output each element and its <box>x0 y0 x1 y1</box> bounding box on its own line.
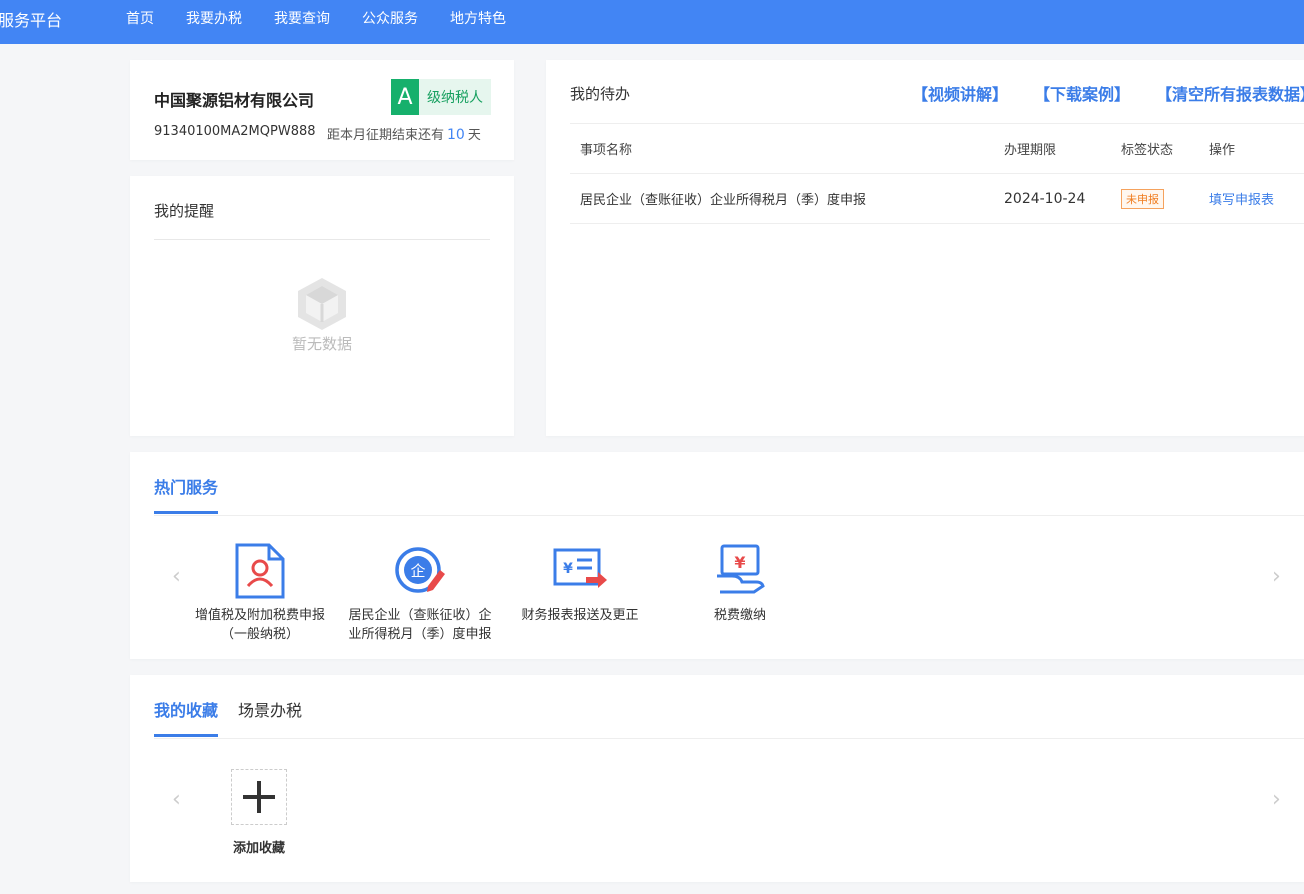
video-tutorial-link[interactable]: 【视频讲解】 <box>912 81 1008 105</box>
nav-home[interactable]: 首页 <box>126 8 154 28</box>
tax-id: 91340100MA2MQPW888 <box>154 124 316 139</box>
reminder-title: 我的提醒 <box>154 202 215 220</box>
enterprise-edit-icon: 企 <box>395 547 445 593</box>
add-favorite-label: 添加收藏 <box>232 841 285 856</box>
svg-text:¥: ¥ <box>734 553 745 572</box>
empty-text: 暂无数据 <box>291 335 352 353</box>
service-label-line1: 税费缴纳 <box>713 608 766 623</box>
service-tax-payment[interactable]: ¥ 税费缴纳 <box>680 542 800 625</box>
row-status: 未申报 <box>1121 174 1164 223</box>
todo-links: 【视频讲解】 【下载案例】 【清空所有报表数据】 <box>912 81 1304 105</box>
nav-public-service[interactable]: 公众服务 <box>362 8 418 28</box>
nav-query[interactable]: 我要查询 <box>274 8 330 28</box>
favorites-card: 我的收藏 场景办税 ‹ › 添加收藏 <box>130 675 1304 882</box>
divider <box>154 515 1304 516</box>
table-header: 事项名称 办理期限 标签状态 操作 <box>570 123 1304 174</box>
col-item-name: 事项名称 <box>580 143 633 158</box>
row-action: 填写申报表 <box>1209 174 1274 223</box>
row-item-name: 居民企业（查账征收）企业所得税月（季）度申报 <box>580 193 867 208</box>
tab-underline <box>154 734 218 737</box>
carousel-next-button[interactable]: › <box>1272 564 1281 589</box>
todo-title: 我的待办 <box>570 85 631 103</box>
service-financial-report[interactable]: ¥ 财务报表报送及更正 <box>510 542 650 625</box>
clear-reports-link[interactable]: 【清空所有报表数据】 <box>1156 81 1304 105</box>
service-label-line2: （一般纳税） <box>220 627 299 642</box>
tab-my-favorites[interactable]: 我的收藏 <box>154 697 218 721</box>
service-vat-declaration[interactable]: 增值税及附加税费申报 （一般纳税） <box>188 542 332 644</box>
main-nav: 首页 我要办税 我要查询 公众服务 地方特色 <box>126 8 538 28</box>
service-label-line1: 居民企业（查账征收）企 <box>348 608 492 623</box>
empty-box-icon <box>298 278 346 330</box>
col-status: 标签状态 <box>1121 143 1174 158</box>
tab-scenario-tax[interactable]: 场景办税 <box>238 697 302 721</box>
platform-brand[interactable]: 服务平台 <box>0 7 62 31</box>
carousel-prev-button[interactable]: ‹ <box>172 787 181 812</box>
service-label-line1: 财务报表报送及更正 <box>521 608 639 623</box>
service-label-line2: 业所得税月（季）度申报 <box>348 627 492 642</box>
company-name: 中国聚源铝材有限公司 <box>154 91 315 110</box>
fill-report-link[interactable]: 填写申报表 <box>1209 189 1274 208</box>
grade-text: 级纳税人 <box>419 79 491 115</box>
taxpayer-grade-badge: A 级纳税人 <box>391 79 491 115</box>
col-action: 操作 <box>1209 143 1236 158</box>
tab-underline <box>154 511 218 514</box>
plus-icon <box>243 781 275 813</box>
deadline-days: 10 <box>447 127 465 143</box>
svg-text:企: 企 <box>410 562 425 580</box>
table-row: 居民企业（查账征收）企业所得税月（季）度申报 2024-10-24 未申报 填写… <box>570 174 1304 224</box>
add-favorite-button[interactable] <box>231 769 287 825</box>
deadline-suffix: 天 <box>467 128 481 143</box>
nav-local-features[interactable]: 地方特色 <box>450 8 506 28</box>
person-document-icon <box>235 543 285 599</box>
company-card: 中国聚源铝材有限公司 A 级纳税人 91340100MA2MQPW888 距本月… <box>130 60 514 160</box>
nav-tax-handling[interactable]: 我要办税 <box>186 8 242 28</box>
deadline-prefix: 距本月征期结束还有 <box>327 128 445 143</box>
row-deadline: 2024-10-24 <box>1004 190 1086 207</box>
finance-report-icon: ¥ <box>553 548 607 588</box>
tax-payment-icon: ¥ <box>717 544 765 594</box>
todo-card: 我的待办 【视频讲解】 【下载案例】 【清空所有报表数据】 事项名称 办理期限 … <box>546 60 1304 436</box>
hot-services-title: 热门服务 <box>154 478 219 497</box>
reminder-card: 我的提醒 暂无数据 <box>130 176 514 436</box>
svg-text:¥: ¥ <box>563 561 573 577</box>
service-corporate-income-tax[interactable]: 企 居民企业（查账征收）企 业所得税月（季）度申报 <box>340 542 500 644</box>
carousel-next-button[interactable]: › <box>1272 787 1281 812</box>
todo-table: 事项名称 办理期限 标签状态 操作 居民企业（查账征收）企业所得税月（季）度申报… <box>570 123 1304 224</box>
status-badge: 未申报 <box>1121 188 1164 209</box>
divider <box>154 239 490 240</box>
download-case-link[interactable]: 【下载案例】 <box>1034 81 1130 105</box>
carousel-prev-button[interactable]: ‹ <box>172 564 181 589</box>
hot-services-card: 热门服务 ‹ › 增值税及附加税费申报 （一般纳税） 企 居民企业（查账征收）企… <box>130 452 1304 659</box>
deadline-countdown: 距本月征期结束还有 10 天 <box>327 124 481 143</box>
top-navbar: 服务平台 首页 我要办税 我要查询 公众服务 地方特色 <box>0 0 1304 44</box>
col-deadline: 办理期限 <box>1004 143 1057 158</box>
divider <box>154 738 1304 739</box>
service-label-line1: 增值税及附加税费申报 <box>194 608 325 623</box>
grade-letter: A <box>391 79 419 115</box>
